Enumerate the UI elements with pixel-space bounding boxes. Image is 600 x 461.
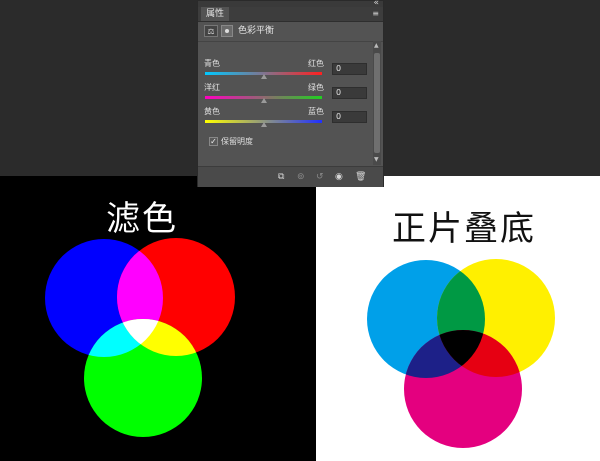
delete-icon[interactable]: 🗑	[355, 172, 366, 182]
panel-scrollbar[interactable]: ▲ ▼	[373, 41, 381, 165]
yellow-blue-slider-thumb[interactable]	[261, 122, 267, 127]
balance-scale-icon: ⚖	[204, 25, 218, 37]
scroll-up-icon[interactable]: ▲	[374, 43, 379, 49]
magenta-green-value-field[interactable]: 0	[332, 87, 367, 99]
cyan-red-value-field[interactable]: 0	[332, 63, 367, 75]
blue-label: 蓝色	[308, 107, 324, 116]
adjustment-title: 色彩平衡	[238, 26, 275, 36]
green-label: 绿色	[308, 83, 324, 92]
screen-venn-diagram	[45, 238, 235, 437]
adjustment-header: ⚖ 色彩平衡	[198, 22, 383, 42]
panel-tab-row: 属性 ≡	[198, 7, 383, 22]
cyan-label: 青色	[204, 59, 220, 68]
panel-menu-icon[interactable]: ≡	[372, 9, 379, 18]
tab-properties[interactable]: 属性	[201, 7, 230, 21]
multiply-venn-diagram	[367, 259, 555, 448]
magenta-green-slider-thumb[interactable]	[261, 98, 267, 103]
panel-footer: ⧉ ⊚ ↺ ◉ 🗑	[198, 166, 383, 187]
properties-panel: « 属性 ≡ ⚖ 色彩平衡 青色 红色 0 洋红 绿色 0 黄色 蓝色 0 ✓ …	[197, 0, 384, 187]
scroll-down-icon[interactable]: ▼	[374, 157, 379, 163]
yellow-blue-value-field[interactable]: 0	[332, 111, 367, 123]
clip-to-layer-icon[interactable]: ⧉	[278, 172, 284, 182]
preserve-luminosity-checkbox[interactable]: ✓	[209, 137, 218, 146]
visibility-eye-icon[interactable]: ◉	[335, 172, 343, 182]
view-previous-icon[interactable]: ⊚	[297, 172, 305, 182]
reset-icon[interactable]: ↺	[316, 172, 324, 182]
preserve-luminosity-label: 保留明度	[221, 137, 253, 146]
magenta-label: 洋红	[204, 83, 220, 92]
layer-mask-icon[interactable]	[221, 25, 233, 37]
yellow-label: 黄色	[204, 107, 220, 116]
cyan-red-slider-thumb[interactable]	[261, 74, 267, 79]
red-label: 红色	[308, 59, 324, 68]
scroll-thumb[interactable]	[374, 53, 380, 153]
